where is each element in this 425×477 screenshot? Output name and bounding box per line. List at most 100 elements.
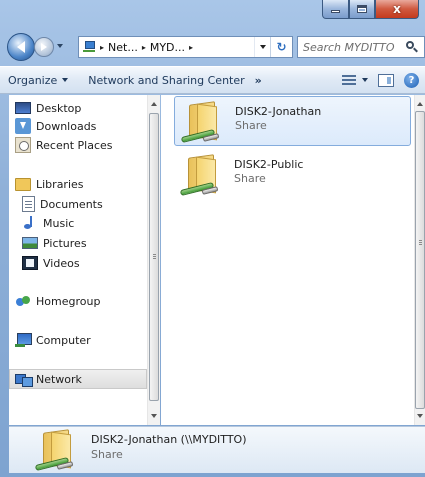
toolbar-right: ? [340, 72, 425, 88]
nav-item-libraries[interactable]: Libraries [15, 174, 84, 194]
recent-places-icon [15, 137, 31, 153]
minimize-button[interactable] [322, 0, 349, 19]
preview-pane-icon[interactable] [378, 73, 394, 87]
view-options-dropdown[interactable] [362, 78, 368, 82]
nav-item-label: Downloads [36, 119, 97, 133]
explorer-window: x ▸ Net... ▸ MYD... ▸ ↻ Search MYDITTO O… [0, 0, 425, 477]
nav-item-label: Computer [36, 333, 91, 347]
network-icon [15, 371, 33, 387]
scroll-down-icon[interactable] [151, 414, 157, 418]
share-type: Share [234, 172, 266, 185]
network-share-folder-icon [179, 97, 227, 145]
nav-item-desktop[interactable]: Desktop [15, 98, 81, 118]
maximize-icon [357, 5, 367, 13]
nav-item-computer[interactable]: Computer [15, 330, 91, 350]
details-pane: DISK2-Jonathan (\\MYDITTO) Share [9, 426, 425, 473]
address-bar[interactable]: ▸ Net... ▸ MYD... ▸ ↻ [78, 36, 293, 58]
homegroup-icon [15, 293, 31, 309]
network-sharing-center-label: Network and Sharing Center [88, 73, 245, 87]
network-share-folder-icon [33, 425, 81, 473]
change-view-icon[interactable] [340, 72, 358, 88]
desktop-icon [15, 102, 31, 114]
search-icon[interactable] [405, 40, 419, 54]
search-input[interactable] [303, 40, 403, 54]
refresh-icon: ↻ [276, 40, 287, 54]
pictures-icon [22, 237, 38, 249]
caption-buttons: x [322, 0, 419, 19]
scroll-up-icon[interactable] [151, 102, 157, 106]
nav-item-label: Libraries [36, 177, 84, 191]
videos-icon [22, 256, 38, 270]
details-item-type: Share [91, 448, 123, 461]
close-icon: x [393, 2, 401, 16]
nav-item-label: Recent Places [36, 138, 113, 152]
nav-item-music[interactable]: Music [22, 213, 74, 233]
chevron-down-icon [62, 78, 69, 82]
forward-button[interactable] [34, 37, 54, 57]
nav-item-label: Documents [40, 197, 103, 211]
nav-item-recent-places[interactable]: Recent Places [15, 135, 113, 155]
nav-pane-scroll-thumb[interactable] [149, 113, 159, 401]
share-item-disk2-public[interactable]: DISK2-Public Share [174, 150, 411, 200]
file-list-pane: DISK2-Jonathan Share DISK2-Public Share [161, 95, 425, 425]
documents-icon [22, 196, 35, 212]
network-share-folder-icon [178, 150, 226, 198]
address-history-dropdown[interactable] [254, 37, 270, 57]
nav-item-label: Music [43, 216, 75, 230]
scroll-down-icon[interactable] [417, 414, 423, 418]
minimize-icon [331, 10, 340, 13]
breadcrumb-network[interactable]: Net... [108, 41, 138, 54]
music-icon [22, 215, 38, 231]
share-item-text: DISK2-Jonathan Share [235, 105, 321, 132]
window-bottom-border [0, 473, 425, 477]
more-commands-icon[interactable]: » [255, 74, 262, 87]
organize-label: Organize [8, 73, 58, 87]
command-bar: Organize Network and Sharing Center » ? [0, 66, 425, 94]
organize-button[interactable]: Organize [2, 69, 74, 91]
share-item-disk2-jonathan[interactable]: DISK2-Jonathan Share [174, 96, 411, 146]
nav-pane-scrollbar[interactable] [147, 95, 160, 425]
nav-item-label: Desktop [36, 101, 82, 115]
libraries-icon [15, 177, 31, 191]
refresh-button[interactable]: ↻ [270, 37, 292, 57]
share-name: DISK2-Jonathan [235, 105, 322, 118]
nav-item-label: Videos [43, 256, 80, 270]
nav-item-network[interactable]: Network [9, 369, 147, 389]
address-row: ▸ Net... ▸ MYD... ▸ ↻ [0, 30, 425, 64]
details-text: DISK2-Jonathan (\\MYDITTO) Share [91, 433, 247, 461]
navigation-tree: Desktop Downloads Recent Places Librarie… [9, 95, 147, 425]
help-icon[interactable]: ? [404, 72, 419, 88]
file-list-scrollbar[interactable] [414, 95, 425, 425]
search-box[interactable] [297, 36, 425, 58]
share-type: Share [235, 119, 267, 132]
back-arrow-icon [17, 41, 25, 53]
nav-item-label: Pictures [43, 236, 87, 250]
file-list-scroll-thumb[interactable] [415, 111, 425, 409]
title-bar[interactable]: x [0, 0, 425, 28]
breadcrumb-separator[interactable]: ▸ [100, 43, 104, 52]
nav-item-documents[interactable]: Documents [22, 194, 103, 214]
downloads-icon [15, 118, 31, 134]
nav-item-label: Homegroup [36, 294, 101, 308]
breadcrumb-separator[interactable]: ▸ [142, 43, 146, 52]
scroll-up-icon[interactable] [417, 102, 423, 106]
computer-icon [15, 332, 32, 348]
details-item-name: DISK2-Jonathan (\\MYDITTO) [91, 433, 247, 446]
nav-item-downloads[interactable]: Downloads [15, 116, 96, 136]
share-item-text: DISK2-Public Share [234, 158, 303, 185]
share-name: DISK2-Public [234, 158, 304, 171]
nav-item-homegroup[interactable]: Homegroup [15, 291, 100, 311]
breadcrumb-separator[interactable]: ▸ [189, 43, 193, 52]
maximize-button[interactable] [349, 0, 375, 19]
chevron-down-icon [259, 45, 266, 49]
forward-arrow-icon [41, 43, 47, 51]
nav-item-videos[interactable]: Videos [22, 253, 80, 273]
nav-item-pictures[interactable]: Pictures [22, 233, 87, 253]
back-button[interactable] [7, 33, 35, 61]
network-location-icon [82, 41, 96, 53]
breadcrumb-myditto[interactable]: MYD... [150, 41, 185, 54]
nav-item-label: Network [36, 372, 82, 386]
network-sharing-center-button[interactable]: Network and Sharing Center » [82, 69, 267, 91]
close-button[interactable]: x [375, 0, 419, 19]
recent-pages-dropdown[interactable] [57, 44, 63, 48]
